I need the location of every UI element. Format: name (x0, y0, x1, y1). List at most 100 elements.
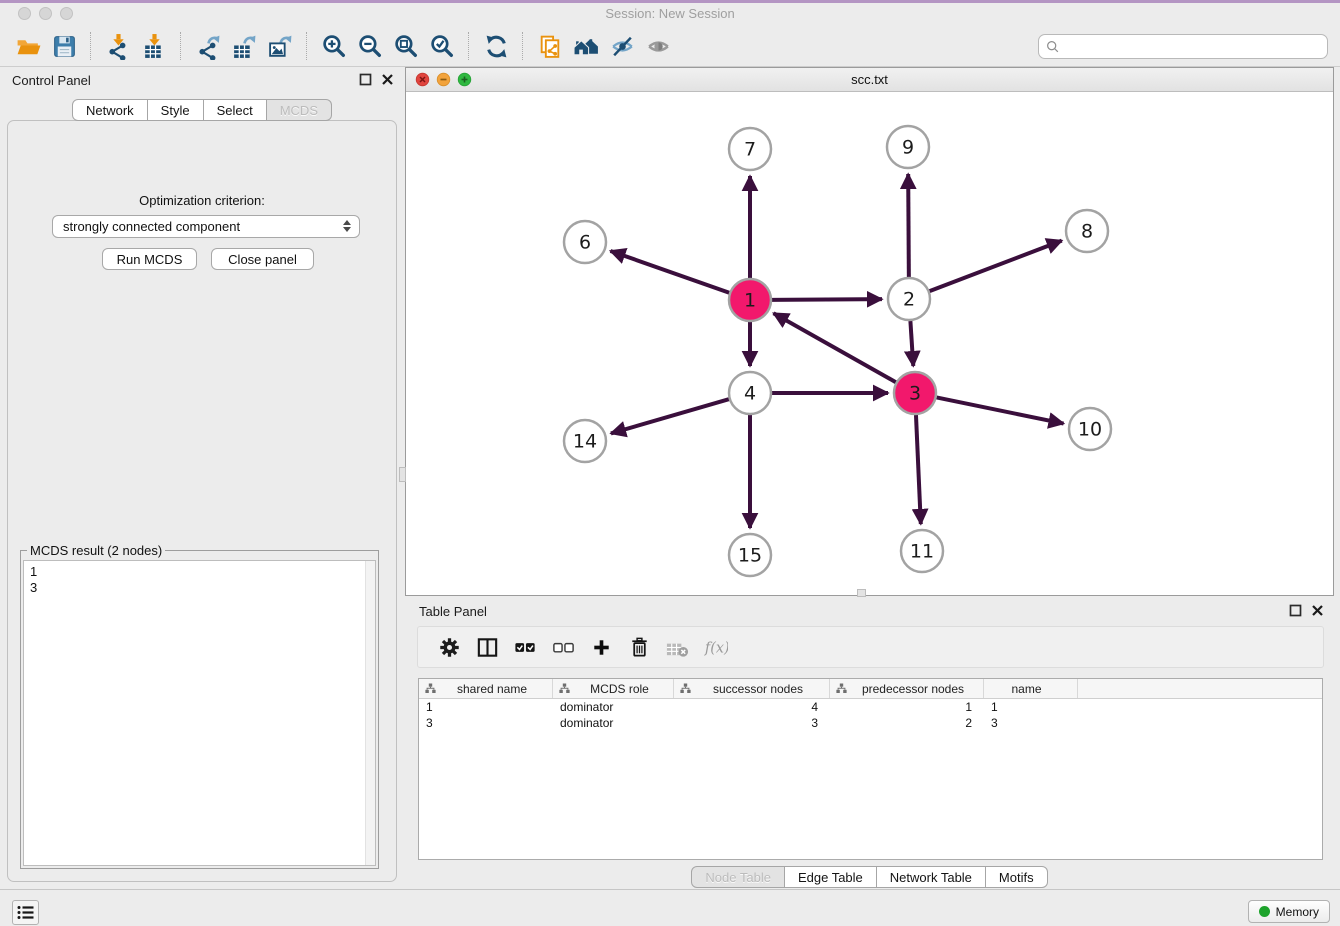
node-14[interactable]: 14 (564, 420, 606, 462)
criterion-select[interactable]: strongly connected component (52, 215, 360, 238)
settings-button[interactable] (434, 632, 464, 662)
table-cell[interactable]: 4 (674, 700, 830, 714)
export-network-button[interactable] (191, 30, 225, 62)
zoom-fit-button[interactable] (389, 30, 423, 62)
column-header-shared-name[interactable]: shared name (419, 679, 553, 698)
toolbar-separator (306, 32, 308, 60)
tab-mcds[interactable]: MCDS (267, 99, 332, 121)
float-table-panel-icon[interactable] (1289, 604, 1302, 617)
node-2[interactable]: 2 (888, 278, 930, 320)
window-title: Session: New Session (0, 6, 1340, 21)
tab-motifs[interactable]: Motifs (986, 866, 1048, 888)
export-table-button[interactable] (227, 30, 261, 62)
table-cell[interactable]: 2 (830, 716, 984, 730)
delete-column-button[interactable] (624, 632, 654, 662)
zoom-out-button[interactable] (353, 30, 387, 62)
tab-style[interactable]: Style (148, 99, 204, 121)
save-session-button[interactable] (47, 30, 81, 62)
node-table[interactable]: shared name MCDS role successor nodes pr… (418, 678, 1323, 860)
edge-2-9[interactable] (908, 174, 909, 277)
table-panel-title: Table Panel (419, 604, 487, 619)
column-header-successor-nodes[interactable]: successor nodes (674, 679, 830, 698)
node-4[interactable]: 4 (729, 372, 771, 414)
show-hidden-icon (645, 33, 672, 60)
network-canvas[interactable]: 7 9 6 8 1 2 4 3 14 10 15 11 (406, 92, 1333, 595)
network-file-button[interactable] (533, 30, 567, 62)
result-scrollbar[interactable] (365, 561, 375, 865)
svg-text:8: 8 (1081, 221, 1093, 243)
table-cell[interactable]: dominator (553, 716, 674, 730)
export-image-button[interactable] (263, 30, 297, 62)
column-label: shared name (440, 682, 552, 696)
float-panel-icon[interactable] (359, 73, 372, 86)
close-panel-button[interactable]: Close panel (211, 248, 314, 270)
edge-2-3[interactable] (910, 321, 913, 366)
node-1[interactable]: 1 (729, 279, 771, 321)
refresh-button[interactable] (479, 30, 513, 62)
table-cell[interactable]: 3 (984, 716, 1078, 730)
edge-3-10[interactable] (937, 397, 1064, 423)
edge-4-14[interactable] (611, 399, 729, 433)
add-column-button[interactable] (586, 632, 616, 662)
edge-3-1[interactable] (774, 313, 896, 382)
close-panel-icon[interactable] (381, 73, 394, 86)
node-10[interactable]: 10 (1069, 408, 1111, 450)
table-row[interactable]: 1dominator411 (419, 699, 1322, 715)
column-header-name[interactable]: name (984, 679, 1078, 698)
run-mcds-button[interactable]: Run MCDS (102, 248, 197, 270)
tab-edge-table[interactable]: Edge Table (785, 866, 877, 888)
mcds-result-textarea[interactable]: 13 (23, 560, 376, 866)
close-table-panel-icon[interactable] (1311, 604, 1324, 617)
table-cell[interactable]: 3 (419, 716, 553, 730)
tab-node-table[interactable]: Node Table (691, 866, 785, 888)
home-button[interactable] (569, 30, 603, 62)
memory-button[interactable]: Memory (1248, 900, 1330, 923)
deselect-all-button[interactable] (548, 632, 578, 662)
zoom-in-button[interactable] (317, 30, 351, 62)
edge-1-6[interactable] (610, 251, 729, 293)
zoom-selected-button[interactable] (425, 30, 459, 62)
tab-network[interactable]: Network (72, 99, 148, 121)
open-file-icon (15, 33, 42, 60)
column-sort-icon (559, 683, 570, 694)
network-window-titlebar[interactable]: scc.txt (406, 68, 1333, 92)
search-box[interactable] (1038, 34, 1328, 59)
table-cell[interactable]: 1 (419, 700, 553, 714)
show-hidden-button[interactable] (641, 30, 675, 62)
node-7[interactable]: 7 (729, 128, 771, 170)
table-tabs: Node TableEdge TableNetwork TableMotifs (405, 866, 1334, 888)
node-8[interactable]: 8 (1066, 210, 1108, 252)
node-11[interactable]: 11 (901, 530, 943, 572)
node-3[interactable]: 3 (894, 372, 936, 414)
table-cell[interactable]: 1 (984, 700, 1078, 714)
column-header-predecessor-nodes[interactable]: predecessor nodes (830, 679, 984, 698)
edge-3-11[interactable] (916, 415, 921, 524)
node-9[interactable]: 9 (887, 126, 929, 168)
horizontal-splitter-grip[interactable] (857, 589, 866, 597)
svg-text:9: 9 (902, 137, 914, 159)
node-15[interactable]: 15 (729, 534, 771, 576)
table-cell[interactable]: 3 (674, 716, 830, 730)
deselect-all-icon (551, 635, 576, 660)
edge-2-8[interactable] (930, 241, 1062, 292)
tab-network-table[interactable]: Network Table (877, 866, 986, 888)
node-6[interactable]: 6 (564, 221, 606, 263)
search-input[interactable] (1064, 37, 1327, 57)
edge-1-2[interactable] (772, 299, 882, 300)
import-table-button[interactable] (137, 30, 171, 62)
list-icon (16, 904, 35, 921)
table-cell[interactable]: dominator (553, 700, 674, 714)
column-header-MCDS-role[interactable]: MCDS role (553, 679, 674, 698)
toolbar-separator (90, 32, 92, 60)
table-cell[interactable]: 1 (830, 700, 984, 714)
table-row[interactable]: 3dominator323 (419, 715, 1322, 731)
split-panel-button[interactable] (472, 632, 502, 662)
column-sort-icon (836, 683, 847, 694)
open-file-button[interactable] (11, 30, 45, 62)
task-history-button[interactable] (12, 900, 39, 925)
select-all-button[interactable] (510, 632, 540, 662)
import-network-button[interactable] (101, 30, 135, 62)
hide-selected-button[interactable] (605, 30, 639, 62)
tab-select[interactable]: Select (204, 99, 267, 121)
vertical-splitter-grip[interactable] (399, 467, 406, 482)
